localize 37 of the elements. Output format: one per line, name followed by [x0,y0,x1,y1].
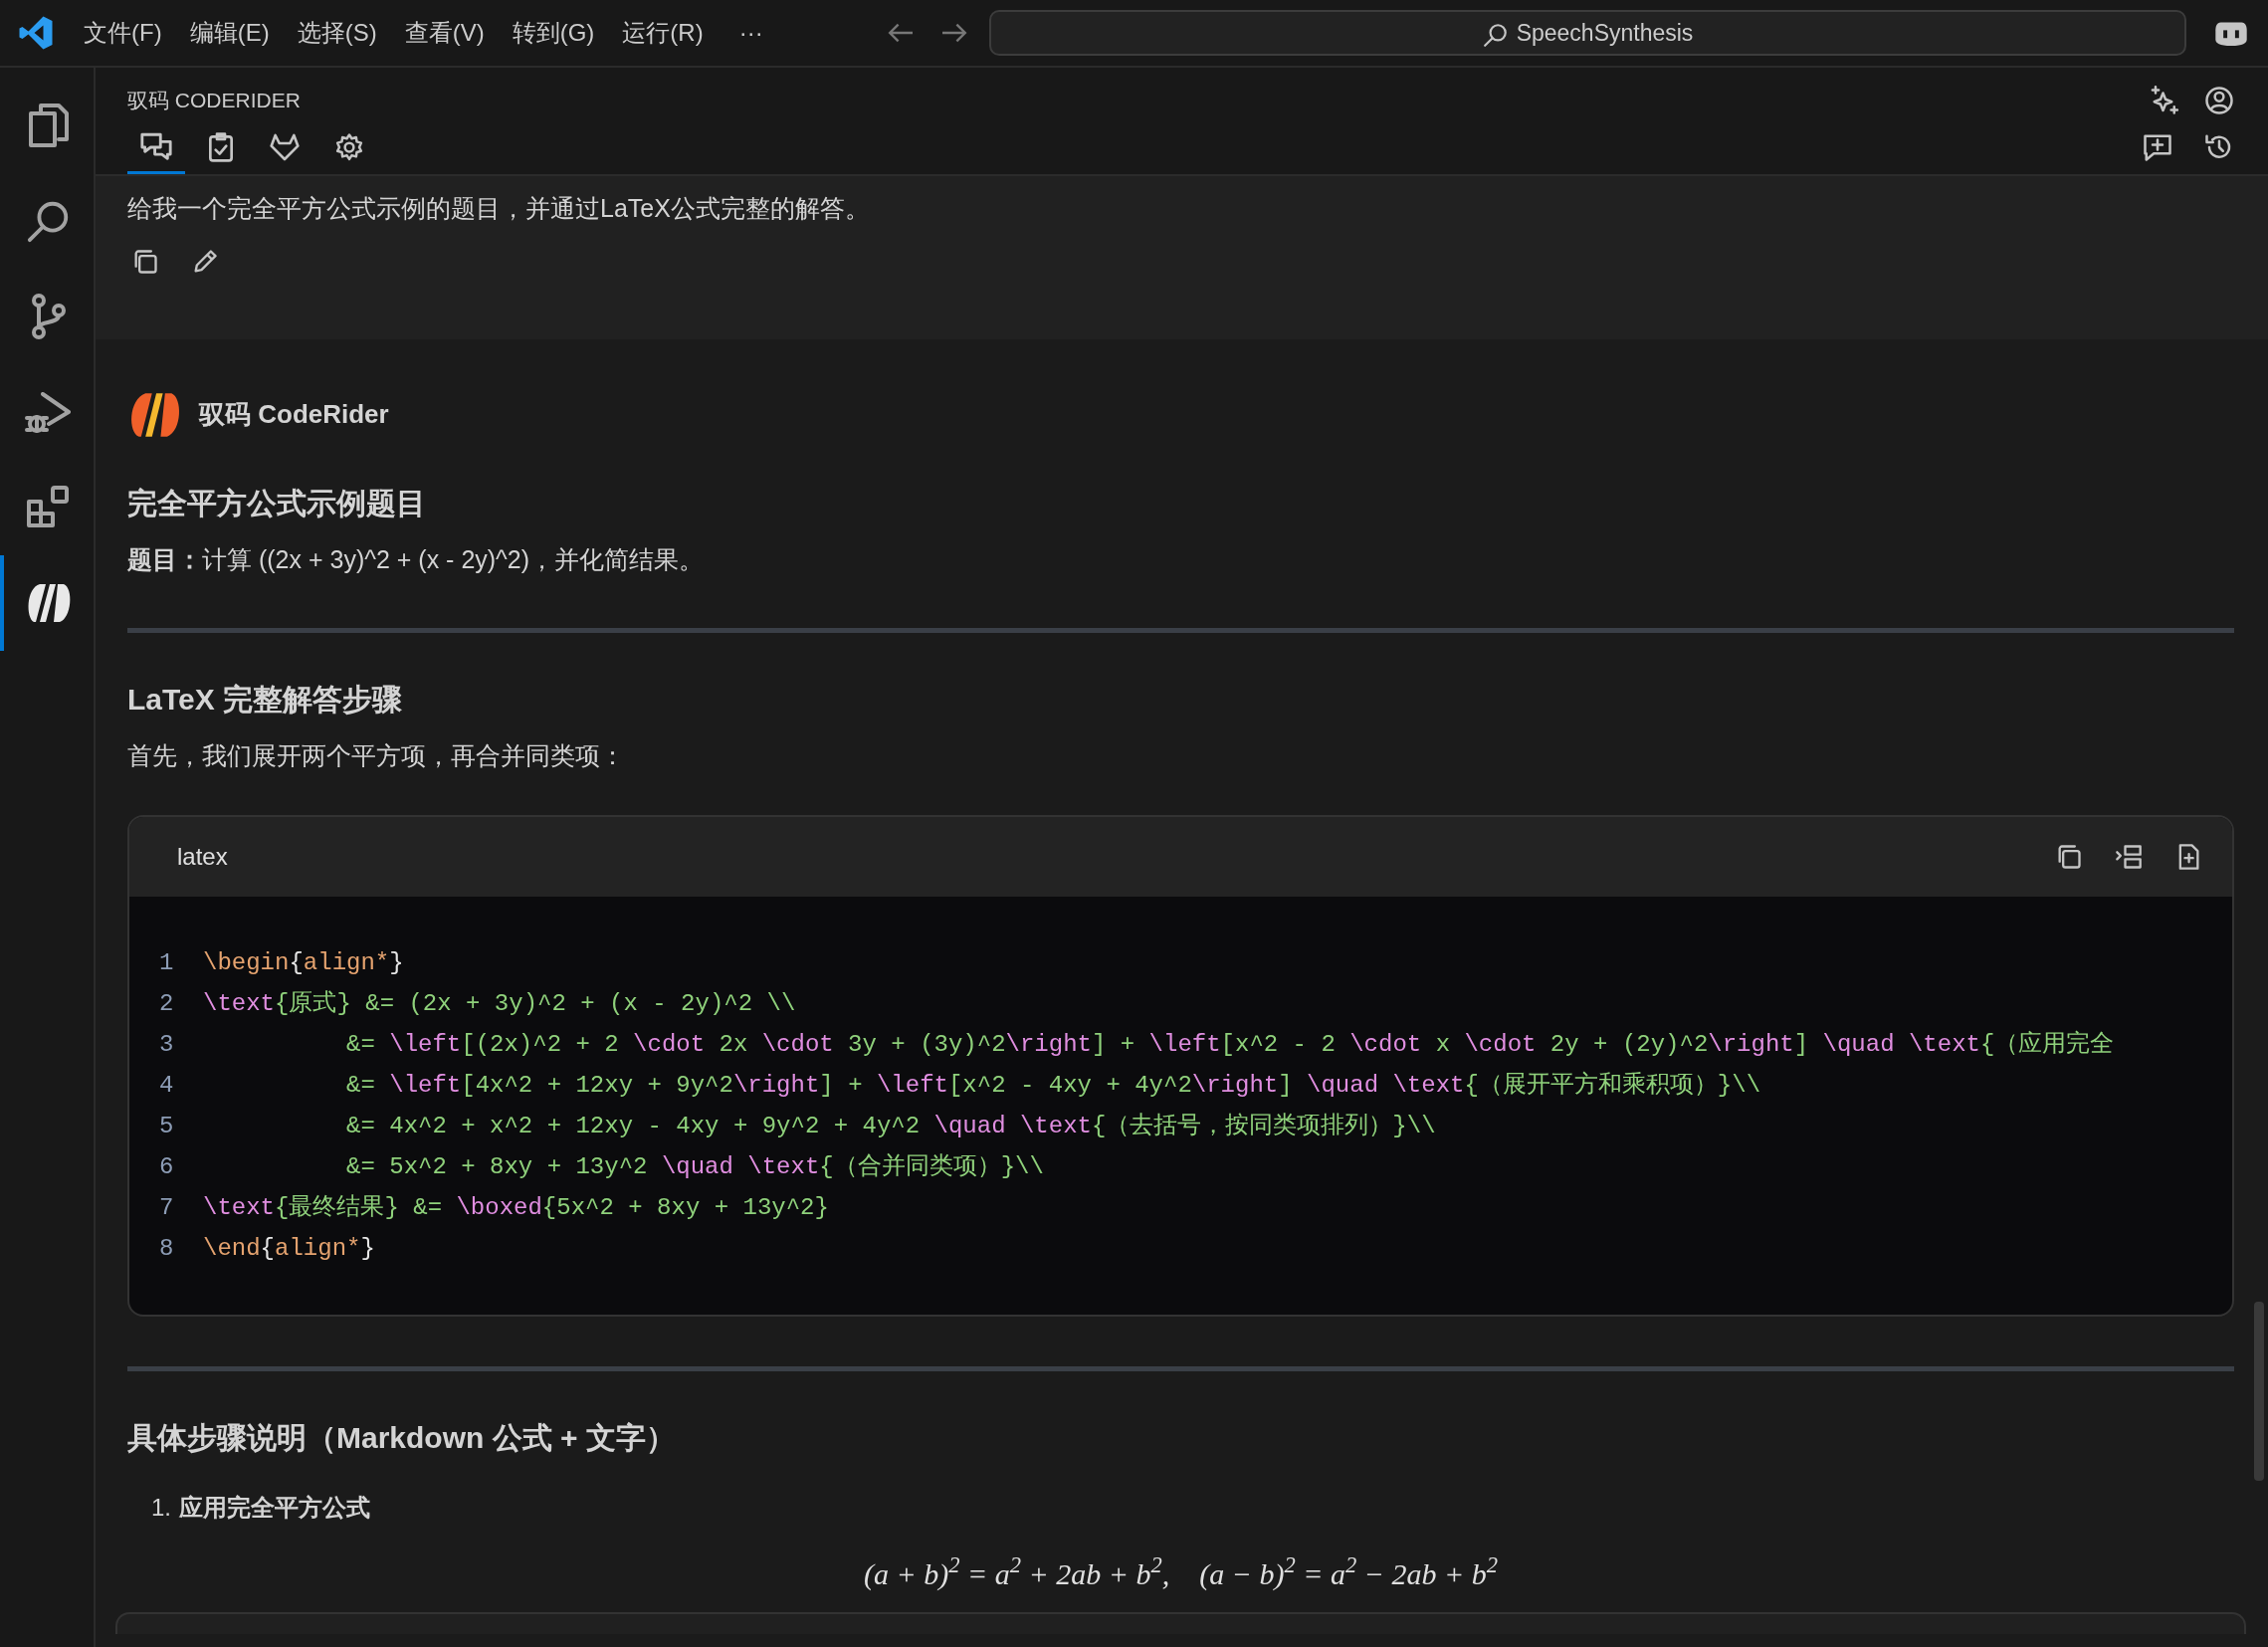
user-message: 给我一个完全平方公式示例的题目，并通过LaTeX公式完整的解答。 [127,193,871,224]
assistant-name: 驭码 CodeRider [199,398,389,431]
code-line: \text{最终结果} &= \boxed{5x^2 + 8xy + 13y^2} [203,1192,829,1223]
menu-item[interactable]: 查看(V) [390,11,499,55]
line-number: 3 [159,1029,175,1060]
panel-title: 驭码 CODERIDER [127,88,301,114]
menu-item[interactable]: 编辑(E) [175,11,284,55]
line-number: 6 [159,1151,175,1182]
code-line: \begin{align*} [203,947,404,978]
list-number: 1. [151,1492,171,1523]
more-menu-button[interactable]: ··· [724,11,777,55]
line-number: 4 [159,1070,175,1101]
code-line: \text{原式} &= (2x + 3y)^2 + (x - 2y)^2 \\ [203,988,796,1019]
list-item-text: 应用完全平方公式 [179,1492,370,1523]
command-search-box[interactable]: SpeechSynthesis [989,10,2186,56]
code-line: &= \left[(2x)^2 + 2 \cdot 2x \cdot 3y + (3y)^2\right] + \left[x^2 - 2 \cdot x \cdot 2y + (2y)^2\right] \quad \text{（应用完全 [345,1029,2115,1060]
section-heading: 具体步骤说明（Markdown 公式 + 文字） [127,1419,677,1456]
code-line: &= 5x^2 + 8xy + 13y^2 \quad \text{（合并同类项）}\\ [345,1151,1044,1182]
line-number: 1 [159,947,175,978]
search-text: SpeechSynthesis [1516,18,1694,48]
paragraph: 首先，我们展开两个平方项，再合并同类项： [127,740,626,771]
line-number: 2 [159,988,175,1019]
line-number: 8 [159,1233,175,1264]
paragraph: 题目：计算 ((2x + 3y)^2 + (x - 2y)^2)，并化简结果。 [127,543,706,575]
section-heading: 完全平方公式示例题目 [127,485,427,521]
math-formula: (a + b)$^{2}$ = a$^{2}$ + 2ab + b$^{2}$, (a − b)$^{2}$ = a$^{2}$ − 2ab + b$^{2}$ [863,1551,1499,1592]
line-number: 7 [159,1192,175,1223]
line-number: 5 [159,1111,175,1141]
code-line: &= \left[4x^2 + 12xy + 9y^2\right] + \left[x^2 - 4xy + 4y^2\right] \quad \text{（展开平方和乘积项）}\\ [345,1070,1761,1101]
code-line: \end{align*} [203,1233,375,1264]
section-heading: LaTeX 完整解答步骤 [127,682,404,718]
menu-item[interactable]: 转到(G) [498,11,609,55]
menu-item[interactable]: 选择(S) [283,11,391,55]
menu-item[interactable]: 运行(R) [608,11,718,55]
menu-item[interactable]: 文件(F) [70,11,176,55]
code-language: latex [177,841,228,872]
code-line: &= 4x^2 + x^2 + 12xy - 4xy + 9y^2 + 4y^2 \quad \text{（去括号，按同类项排列）}\\ [345,1111,1436,1141]
